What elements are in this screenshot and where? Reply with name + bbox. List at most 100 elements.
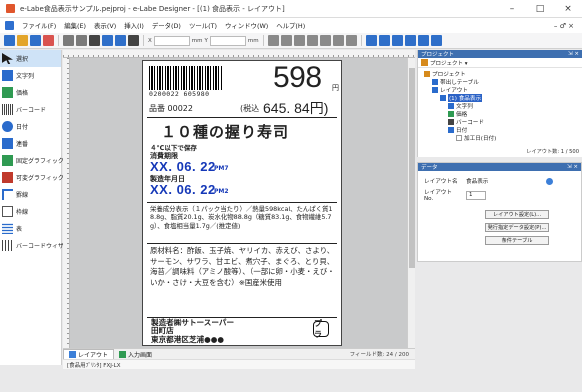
divider-line[interactable]	[147, 202, 337, 203]
barcode-number[interactable]: 0200022 605980	[149, 90, 209, 98]
ingredients[interactable]: 原材料名：酢飯、玉子焼、ヤリイカ、赤えび、さより、サーモン、サワラ、甘エビ、煮穴…	[150, 246, 336, 288]
tree-item[interactable]: プロジェクト	[424, 70, 582, 78]
align-bottom-icon[interactable]	[332, 35, 344, 46]
layout-name-value[interactable]: 食品表示	[466, 177, 488, 185]
x-position-input[interactable]	[153, 35, 190, 46]
price-value[interactable]: 598	[273, 61, 322, 95]
item-code[interactable]: 品番 00022	[149, 103, 193, 114]
tool-line[interactable]: 罫線	[0, 186, 61, 203]
manufacture-date[interactable]: XX. 06. 22	[150, 182, 216, 197]
tree-item[interactable]: レイアウト	[424, 86, 582, 94]
plastic-recycle-icon[interactable]: プラ	[313, 319, 329, 339]
menu-insert[interactable]: 挿入(I)	[120, 21, 148, 30]
align-right-icon[interactable]	[293, 35, 305, 46]
tool-table[interactable]: 表	[0, 220, 61, 237]
product-name[interactable]: １０種の握り寿司	[161, 121, 289, 142]
barcode-icon	[448, 119, 454, 125]
rotate-icon[interactable]	[365, 35, 377, 46]
zoom-out-icon[interactable]	[391, 35, 403, 46]
panel-pin-close[interactable]: ⇲ ×	[567, 164, 581, 170]
menu-file[interactable]: ファイル(F)	[18, 21, 60, 30]
tree-item-selected[interactable]: (1) 食品表示	[424, 94, 582, 102]
product-barcode[interactable]	[149, 66, 223, 90]
tool-barcode-wizard[interactable]: バーコードウィザード	[0, 237, 76, 254]
minimize-button[interactable]: –	[498, 0, 526, 18]
tool-fixed-graphic[interactable]: 固定グラフィック	[0, 152, 64, 169]
fit-page-icon[interactable]	[404, 35, 416, 46]
tree-item-label: 加工日(日付)	[464, 136, 497, 142]
scrollbar-thumb[interactable]	[409, 68, 415, 268]
tree-item[interactable]: 価格	[424, 110, 582, 118]
divider-line[interactable]	[147, 117, 337, 118]
condition-table-button[interactable]: 条件テーブル	[485, 236, 549, 245]
panel-pin-close[interactable]: ⇲ ×	[568, 51, 582, 57]
print-icon[interactable]	[43, 35, 54, 46]
tab-label: 入力画面	[128, 351, 153, 359]
tree-item-label: バーコード	[456, 120, 484, 126]
undo-icon[interactable]	[63, 35, 74, 46]
tax-included-label[interactable]: (税込	[240, 103, 259, 114]
properties-icon[interactable]	[128, 35, 139, 46]
menu-tools[interactable]: ツール(T)	[185, 21, 221, 30]
tool-label: 罫線	[16, 192, 29, 199]
tree-item[interactable]: 文字列	[424, 102, 582, 110]
align-center-icon[interactable]	[280, 35, 292, 46]
cut-icon[interactable]	[89, 35, 100, 46]
distribute-icon[interactable]	[345, 35, 357, 46]
tool-text[interactable]: 文字列	[0, 67, 61, 84]
align-middle-icon[interactable]	[319, 35, 331, 46]
text-icon	[448, 103, 454, 109]
new-file-icon[interactable]	[4, 35, 15, 46]
maximize-button[interactable]: □	[526, 0, 554, 18]
menu-edit[interactable]: 編集(E)	[60, 21, 90, 30]
menu-data[interactable]: データ(D)	[148, 21, 185, 30]
close-button[interactable]: ×	[554, 0, 582, 18]
tool-variable-graphic[interactable]: 可変グラフィック	[0, 169, 64, 186]
tool-label: 文字列	[16, 73, 35, 80]
document-icon[interactable]	[5, 21, 14, 30]
tool-frame[interactable]: 枠線	[0, 203, 61, 220]
tool-date[interactable]: 日付	[0, 118, 61, 135]
tree-item[interactable]: 帯出しテーブル	[424, 78, 582, 86]
tool-serial[interactable]: 連番	[0, 135, 61, 152]
print-data-settings-button[interactable]: 発行指定データ設定(P)...	[485, 223, 549, 232]
tree-item-label: (1) 食品表示	[448, 94, 483, 102]
copy-icon[interactable]	[102, 35, 113, 46]
zoom-in-icon[interactable]	[378, 35, 390, 46]
grid-icon[interactable]	[430, 35, 442, 46]
vertical-scrollbar[interactable]	[407, 58, 415, 348]
nutrition-facts[interactable]: 栄養成分表示（１パック当たり）／熱量598kcal、たんぱく質18.8g、脂質2…	[150, 205, 336, 230]
menu-view[interactable]: 表示(V)	[90, 21, 120, 30]
layout-settings-button[interactable]: レイアウト設定(L)...	[485, 210, 549, 219]
menu-help[interactable]: ヘルプ(H)	[272, 21, 309, 30]
info-icon[interactable]	[546, 177, 554, 185]
redo-icon[interactable]	[76, 35, 87, 46]
tool-barcode[interactable]: バーコード	[0, 101, 61, 118]
actual-size-icon[interactable]	[417, 35, 429, 46]
mdi-controls[interactable]: – ♂ ×	[554, 22, 582, 30]
tab-layout[interactable]: レイアウト	[63, 348, 115, 360]
expiry-date[interactable]: XX. 06. 22	[150, 159, 216, 174]
y-position-input[interactable]	[209, 35, 246, 46]
menu-window[interactable]: ウィンドウ(W)	[221, 21, 272, 30]
tree-item[interactable]: 日付	[424, 126, 582, 134]
paste-icon[interactable]	[115, 35, 126, 46]
tree-item[interactable]: 加工日(日付)	[424, 134, 582, 142]
tool-select[interactable]: 選択	[0, 50, 61, 67]
layout-canvas[interactable]: 0200022 605980 598 円 品番 00022 (税込 645. 8…	[63, 50, 415, 348]
save-icon[interactable]	[30, 35, 41, 46]
layout-no-input[interactable]: 1	[466, 190, 486, 200]
tree-item[interactable]: バーコード	[424, 118, 582, 126]
tax-included-price[interactable]: 645. 84円)	[263, 98, 328, 118]
expiry-time[interactable]: PM7	[214, 165, 229, 172]
project-dropdown[interactable]: プロジェクト ▾	[430, 59, 468, 67]
tree-item-label: 日付	[456, 128, 468, 134]
open-folder-icon[interactable]	[17, 35, 28, 46]
align-top-icon[interactable]	[306, 35, 318, 46]
manufacture-time[interactable]: PM2	[214, 188, 229, 195]
tab-input-screen[interactable]: 入力画面	[114, 349, 157, 360]
tool-price[interactable]: 価格	[0, 84, 61, 101]
align-left-icon[interactable]	[267, 35, 279, 46]
divider-line[interactable]	[147, 243, 337, 244]
manufacturer-block[interactable]: 製造者㈱サトースーパー 田町店 東京都港区芝浦●●● プラ	[147, 318, 337, 344]
